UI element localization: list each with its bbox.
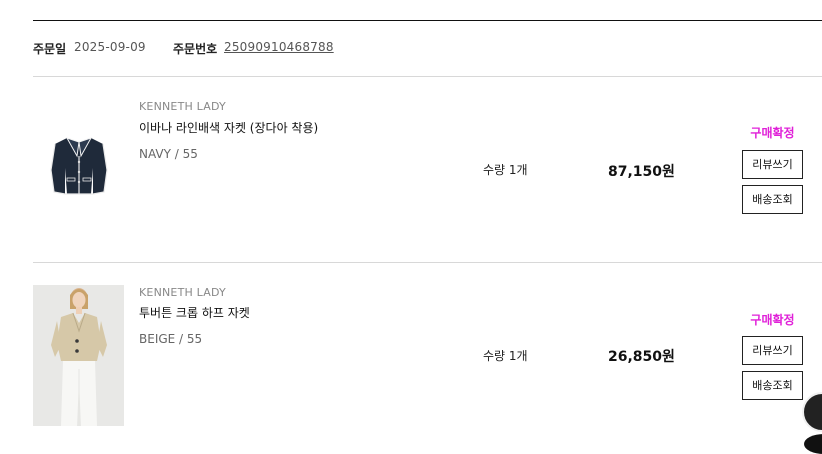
- product-name-link[interactable]: 이바나 라인배색 자켓 (장다아 착용): [139, 119, 318, 136]
- order-item: KENNETH LADY 투버튼 크롭 하프 자켓 BEIGE / 55 수량 …: [0, 263, 822, 443]
- product-quantity: 수량 1개: [483, 349, 528, 363]
- product-option: NAVY / 55: [139, 147, 198, 161]
- product-price: 87,150원: [608, 164, 675, 180]
- beige-jacket-model-image: [33, 285, 124, 426]
- track-delivery-button[interactable]: 배송조회: [742, 371, 803, 400]
- order-date-label: 주문일: [33, 42, 67, 56]
- product-thumbnail[interactable]: [33, 100, 124, 241]
- top-divider: [33, 20, 822, 21]
- product-brand: KENNETH LADY: [139, 286, 226, 299]
- product-name-link[interactable]: 투버튼 크롭 하프 자켓: [139, 304, 250, 321]
- product-price: 26,850원: [608, 349, 675, 365]
- product-option: BEIGE / 55: [139, 332, 203, 346]
- track-delivery-button[interactable]: 배송조회: [742, 185, 803, 214]
- product-thumbnail[interactable]: [33, 285, 124, 426]
- order-date-value: 2025-09-09: [74, 40, 146, 54]
- order-number-link[interactable]: 25090910468788: [224, 40, 334, 54]
- order-number-label: 주문번호: [173, 42, 218, 56]
- status-badge: 구매확정: [750, 313, 795, 327]
- product-brand: KENNETH LADY: [139, 100, 226, 113]
- write-review-button[interactable]: 리뷰쓰기: [742, 336, 803, 365]
- order-item: KENNETH LADY 이바나 라인배색 자켓 (장다아 착용) NAVY /…: [0, 77, 822, 257]
- product-quantity: 수량 1개: [483, 163, 528, 177]
- write-review-button[interactable]: 리뷰쓰기: [742, 150, 803, 179]
- status-badge: 구매확정: [750, 126, 795, 140]
- navy-cropped-jacket-image: [50, 137, 108, 195]
